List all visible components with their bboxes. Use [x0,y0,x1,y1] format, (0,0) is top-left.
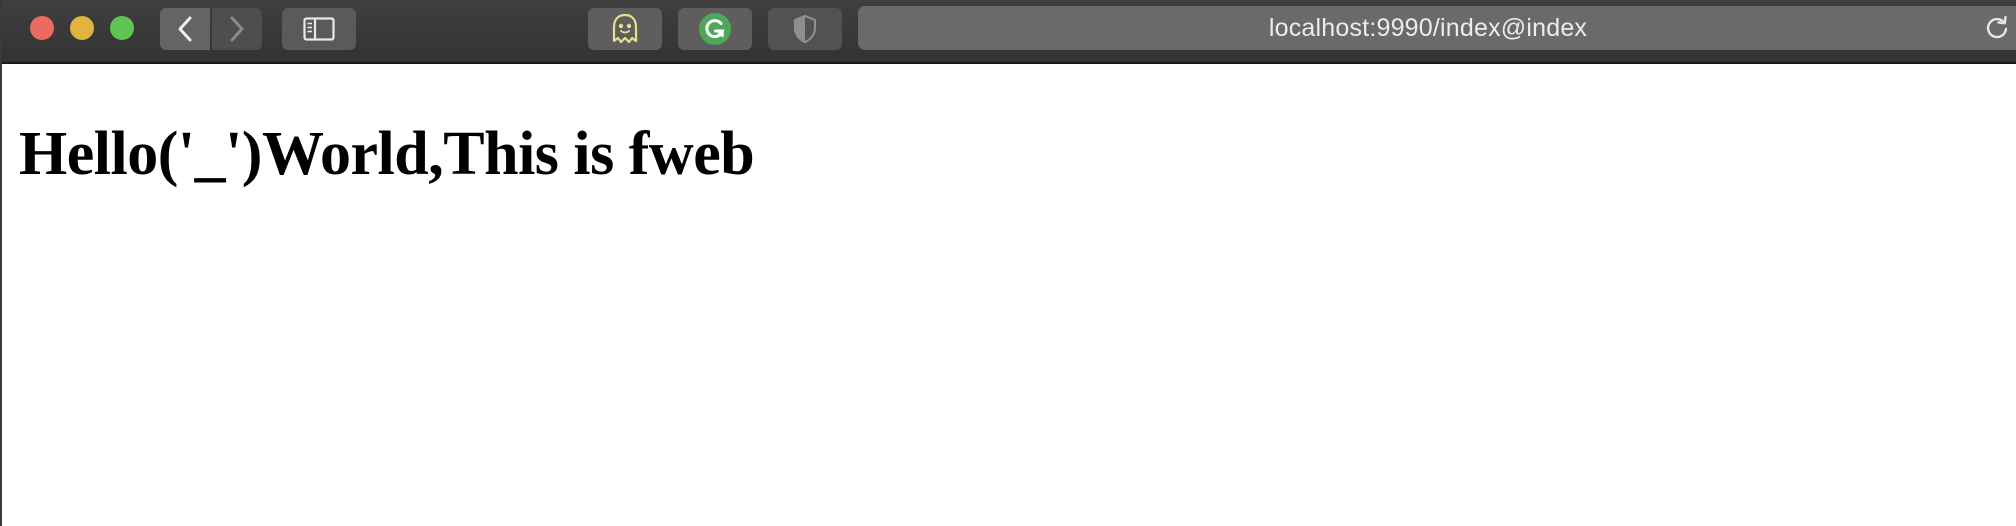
address-bar[interactable]: localhost:9990/index@index [858,6,2016,50]
browser-toolbar: localhost:9990/index@index [2,0,2016,64]
browser-window: localhost:9990/index@index Hello('_')Wor… [0,0,2016,526]
ghost-icon [612,13,638,44]
extension-ghost-button[interactable] [588,8,662,50]
close-window-button[interactable] [30,16,54,40]
reload-icon[interactable] [1984,15,2010,41]
shield-icon [793,14,817,44]
sidebar-toggle-button[interactable] [282,8,356,50]
extension-shield-button[interactable] [768,8,842,50]
url-text: localhost:9990/index@index [1268,13,1588,42]
maximize-window-button[interactable] [110,16,134,40]
chevron-right-icon [230,16,244,42]
sidebar-icon [303,17,335,41]
chevron-left-icon [178,16,192,42]
minimize-window-button[interactable] [70,16,94,40]
grammarly-icon [699,13,731,45]
back-button[interactable] [160,8,210,50]
page-content: Hello('_')World,This is fweb [2,64,2016,526]
extension-grammarly-button[interactable] [678,8,752,50]
forward-button[interactable] [212,8,262,50]
page-heading: Hello('_')World,This is fweb [19,120,755,188]
